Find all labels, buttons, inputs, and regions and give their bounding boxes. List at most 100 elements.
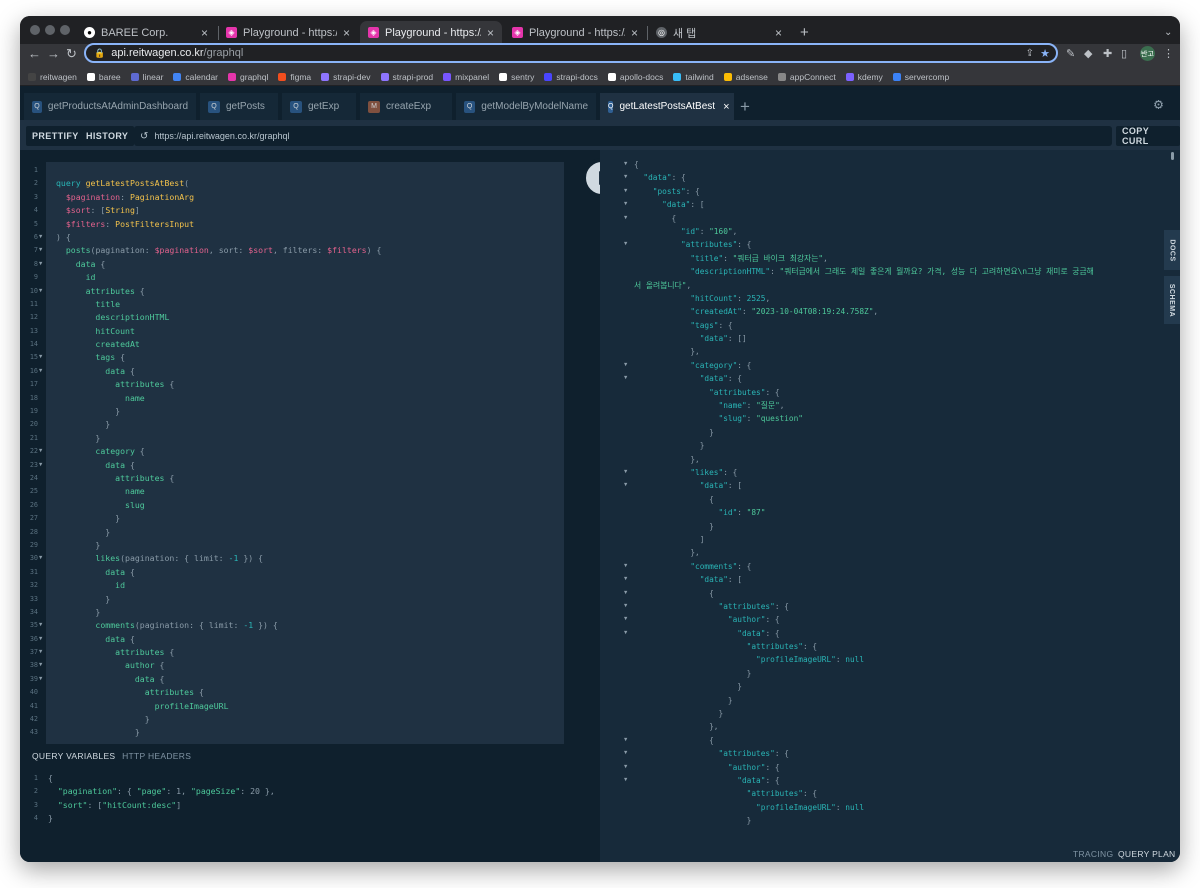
add-tab-button[interactable]: + [740,97,750,117]
fold-toggle-icon[interactable]: ▼ [624,600,627,613]
result-viewer[interactable]: ▼{▼ "data": {▼ "posts": {▼ "data": [▼ { … [600,150,1168,844]
fold-toggle-icon[interactable]: ▼ [624,747,627,760]
close-window-button[interactable] [30,25,40,35]
fold-toggle-icon[interactable]: ▼ [39,244,42,257]
fold-toggle-icon[interactable]: ▼ [39,445,42,458]
fold-toggle-icon[interactable]: ▼ [624,198,627,211]
fold-toggle-icon[interactable]: ▼ [39,285,42,298]
maximize-window-button[interactable] [60,25,70,35]
fold-toggle-icon[interactable]: ▼ [624,734,627,747]
close-icon[interactable]: × [631,26,638,40]
query-editor[interactable]: 1 2 query getLatestPostsAtBest(3 $paginati… [20,150,600,744]
fold-toggle-icon[interactable]: ▼ [39,673,42,686]
query-plan-button[interactable]: QUERY PLAN [1118,849,1176,859]
docs-tab[interactable]: DOCS [1164,230,1180,270]
bookmark-item[interactable]: appConnect [777,72,836,82]
reload-icon[interactable]: ↻ [66,46,77,62]
forward-arrow-icon[interactable]: → [47,46,60,61]
bookmark-item[interactable]: mixpanel [443,72,489,82]
copy-curl-button[interactable]: COPY CURL [1116,126,1180,146]
prettify-button[interactable]: PRETTIFY [26,126,85,146]
fold-toggle-icon[interactable]: ▼ [624,238,627,251]
bookmark-item[interactable]: graphql [228,72,268,82]
tab-query-variables[interactable]: QUERY VARIABLES [32,751,115,761]
fold-toggle-icon[interactable]: ▼ [624,372,627,385]
bookmark-item[interactable]: servercomp [892,72,949,82]
fold-toggle-icon[interactable]: ▼ [624,774,627,787]
fold-toggle-icon[interactable]: ▼ [39,365,42,378]
bookmark-item[interactable]: sentry [499,72,534,82]
fold-toggle-icon[interactable]: ▼ [624,573,627,586]
bookmark-item[interactable]: figma [278,72,311,82]
fold-toggle-icon[interactable]: ▼ [624,627,627,640]
new-tab-button[interactable]: + [792,21,812,44]
close-icon[interactable]: × [343,26,350,40]
extension-badge-icon[interactable]: ◆ [1084,47,1092,60]
fold-toggle-icon[interactable]: ▼ [39,231,42,244]
close-icon[interactable]: × [201,26,208,40]
tab-createexp[interactable]: McreateExp [360,93,452,120]
bookmark-item[interactable]: reitwagen [28,72,77,82]
side-panel-icon[interactable]: ▯ [1121,47,1127,60]
close-icon[interactable]: × [487,26,494,40]
fold-toggle-icon[interactable]: ▼ [39,258,42,271]
fold-toggle-icon[interactable]: ▼ [624,359,627,372]
fold-toggle-icon[interactable]: ▼ [624,212,627,225]
fold-toggle-icon[interactable]: ▼ [624,587,627,600]
browser-tab[interactable]: ◎ 새 탭 × [648,21,790,44]
fold-toggle-icon[interactable]: ▼ [39,351,42,364]
browser-tab-active[interactable]: ◈ Playground - https://api.reitwa × [360,21,502,44]
fold-toggle-icon[interactable]: ▼ [624,560,627,573]
result-scrollbar[interactable] [1171,152,1174,160]
fold-toggle-icon[interactable]: ▼ [624,479,627,492]
tracing-button[interactable]: TRACING [1073,849,1113,859]
address-bar[interactable]: 🔒 api.reitwagen.co.kr/graphql ⇪ ★ [84,43,1058,63]
fold-toggle-icon[interactable]: ▼ [39,633,42,646]
gear-icon[interactable]: ⚙ [1154,95,1163,113]
fold-toggle-icon[interactable]: ▼ [624,761,627,774]
fold-toggle-icon[interactable]: ▼ [624,613,627,626]
fold-toggle-icon[interactable]: ▼ [624,158,627,171]
tab-getproductsatadmindashboard[interactable]: QgetProductsAtAdminDashboard [24,93,196,120]
bookmark-item[interactable]: apollo-docs [607,72,663,82]
fold-toggle-icon[interactable]: ▼ [624,185,627,198]
bookmark-star-icon[interactable]: ★ [1040,47,1050,60]
bookmark-item[interactable]: baree [86,72,121,82]
close-icon[interactable]: × [775,26,782,40]
fold-toggle-icon[interactable]: ▼ [39,619,42,632]
history-button[interactable]: HISTORY [80,126,135,146]
fold-toggle-icon[interactable]: ▼ [624,171,627,184]
tab-http-headers[interactable]: HTTP HEADERS [122,751,191,761]
bookmark-item[interactable]: strapi-dev [321,72,371,82]
fold-toggle-icon[interactable]: ▼ [39,552,42,565]
query-variables-pane[interactable]: QUERY VARIABLES HTTP HEADERS 1{2 "pagina… [20,744,600,862]
back-arrow-icon[interactable]: ← [28,46,41,61]
bookmark-item[interactable]: strapi-prod [380,72,433,82]
fold-toggle-icon[interactable]: ▼ [39,659,42,672]
browser-tab[interactable]: ◈ Playground - https://api.reitwa × [504,21,646,44]
fold-toggle-icon[interactable]: ▼ [39,459,42,472]
bookmark-item[interactable]: kdemy [845,72,883,82]
tab-getexp[interactable]: QgetExp [282,93,356,120]
share-icon[interactable]: ⇪ [1026,48,1034,59]
bookmark-item[interactable]: calendar [173,72,218,82]
avatar[interactable]: 반고 [1140,46,1155,61]
schema-tab[interactable]: SCHEMA [1164,276,1180,324]
bookmark-item[interactable]: linear [130,72,163,82]
reset-endpoint-icon[interactable]: ↺ [140,131,148,142]
browser-tab[interactable]: ◈ Playground - https://api.dev.re × [218,21,358,44]
browser-tab[interactable]: ● BAREE Corp. × [76,21,216,44]
endpoint-input[interactable]: ↺ https://api.reitwagen.co.kr/graphql [134,126,1112,146]
tab-search-icon[interactable]: ⌄ [1156,21,1176,44]
fold-toggle-icon[interactable]: ▼ [624,466,627,479]
bookmark-item[interactable]: tailwind [673,72,714,82]
eyedropper-icon[interactable]: ✎ [1066,47,1075,60]
more-menu-icon[interactable]: ⋮ [1163,47,1174,60]
puzzle-icon[interactable]: ✚ [1103,47,1112,60]
bookmark-item[interactable]: adsense [723,72,768,82]
tab-getposts[interactable]: QgetPosts [200,93,278,120]
bookmark-item[interactable]: strapi-docs [544,72,598,82]
tab-getlatestpostsatbest[interactable]: QgetLatestPostsAtBest × [600,93,734,120]
tab-getmodelbymodelname[interactable]: QgetModelByModelName [456,93,596,120]
minimize-window-button[interactable] [45,25,55,35]
